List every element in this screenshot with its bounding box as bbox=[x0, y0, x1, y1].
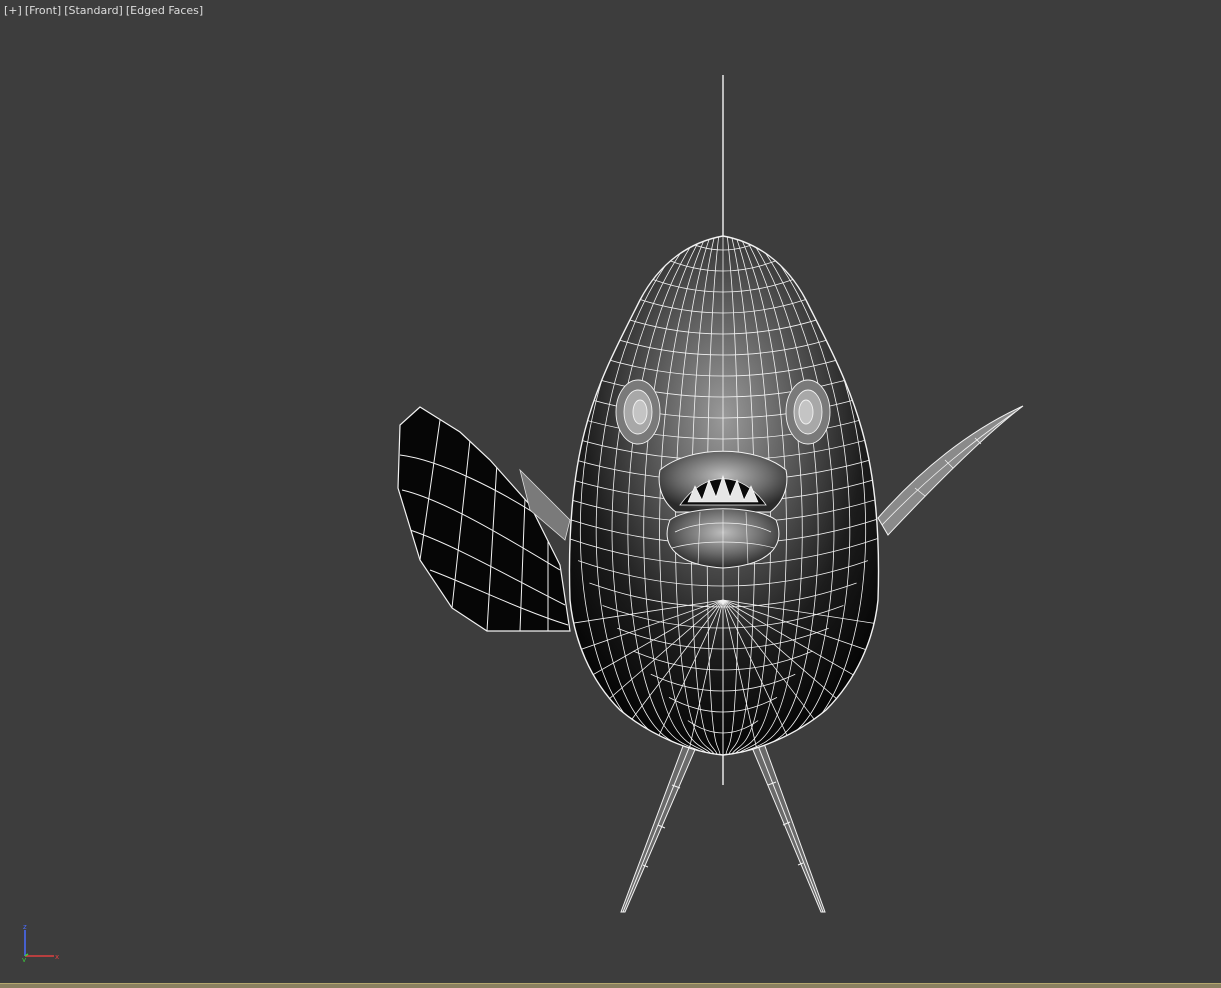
y-axis-label: y bbox=[22, 956, 26, 962]
right-pectoral-fin bbox=[877, 405, 1024, 536]
active-viewport-border bbox=[0, 983, 1221, 988]
fish-model-wireframe[interactable] bbox=[0, 0, 1221, 983]
z-axis-label: z bbox=[23, 923, 27, 931]
x-axis-label: x bbox=[55, 953, 59, 961]
front-viewport[interactable]: [+] [Front] [Standard] [Edged Faces] z y… bbox=[0, 0, 1221, 983]
left-pectoral-fin bbox=[397, 406, 571, 632]
right-eye bbox=[785, 379, 831, 445]
fish-mouth bbox=[658, 450, 788, 569]
axis-gizmo: z y x bbox=[22, 923, 59, 962]
left-eye bbox=[615, 379, 661, 445]
